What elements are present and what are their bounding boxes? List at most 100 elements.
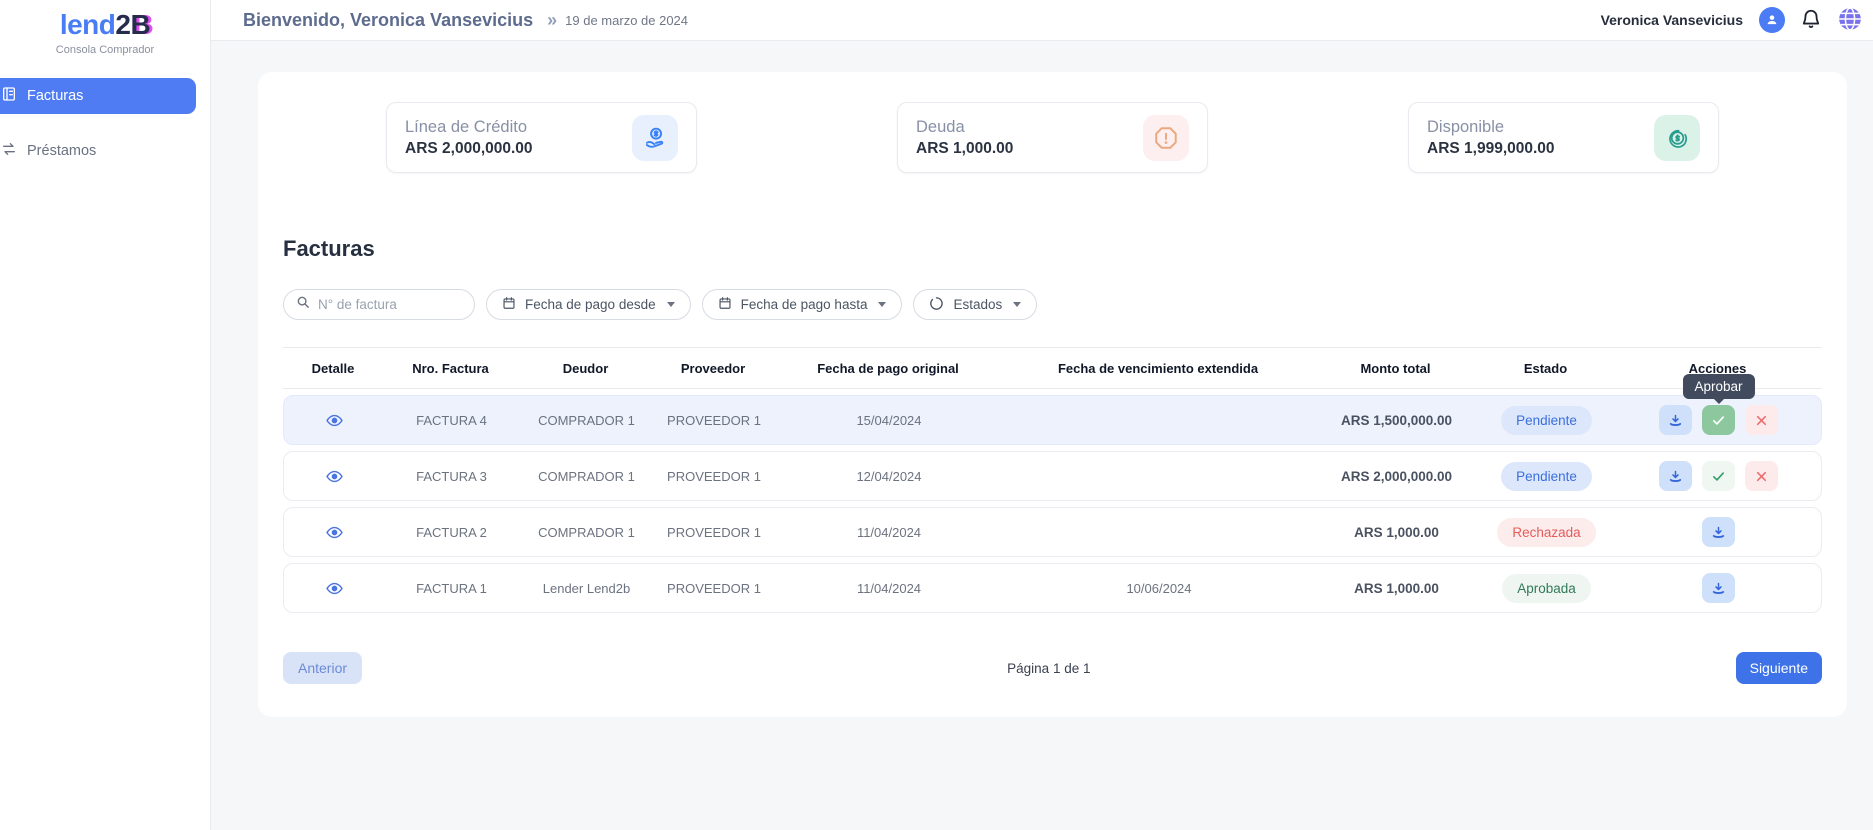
col-fecha-pago: Fecha de pago original <box>773 361 1003 376</box>
brand-logo: lend2B <box>0 9 210 41</box>
alert-octagon-icon <box>1143 115 1189 161</box>
table-row: FACTURA 3 COMPRADOR 1 PROVEEDOR 1 12/04/… <box>283 451 1822 501</box>
search-input[interactable] <box>318 297 462 312</box>
view-detail-button[interactable] <box>284 524 384 541</box>
globe-icon <box>1837 6 1863 35</box>
card-text: Línea de Crédito ARS 2,000,000.00 <box>405 118 533 158</box>
calendar-icon <box>718 296 732 313</box>
header-date: 19 de marzo de 2024 <box>565 13 688 28</box>
filter-label: Estados <box>953 297 1002 312</box>
profile-button[interactable] <box>1759 7 1785 33</box>
status-badge: Pendiente <box>1501 406 1592 435</box>
language-button[interactable] <box>1837 6 1863 35</box>
download-button[interactable] <box>1702 573 1735 603</box>
cell-monto: ARS 1,000.00 <box>1314 525 1479 540</box>
col-deudor: Deudor <box>518 361 653 376</box>
status-badge: Aprobada <box>1502 574 1591 603</box>
sidebar-item-prestamos[interactable]: Préstamos <box>0 141 210 161</box>
cell-deudor: COMPRADOR 1 <box>519 413 654 428</box>
approve-button[interactable]: Aprobar <box>1702 405 1735 435</box>
row-actions <box>1614 573 1823 603</box>
user-name: Veronica Vansevicius <box>1601 12 1743 28</box>
reject-button[interactable] <box>1745 461 1778 491</box>
double-chevron-icon: » <box>547 10 555 31</box>
cell-monto: ARS 1,500,000.00 <box>1314 413 1479 428</box>
status-badge: Pendiente <box>1501 462 1592 491</box>
col-nro-factura: Nro. Factura <box>383 361 518 376</box>
bell-icon <box>1800 8 1822 33</box>
approve-tooltip: Aprobar <box>1682 374 1754 399</box>
filter-states-button[interactable]: Estados <box>913 289 1037 320</box>
sidebar-item-label: Facturas <box>27 88 83 104</box>
page-info: Página 1 de 1 <box>362 661 1736 676</box>
download-button[interactable] <box>1659 461 1692 491</box>
status-badge: Rechazada <box>1497 518 1595 547</box>
filter-date-from-button[interactable]: Fecha de pago desde <box>486 289 691 320</box>
caret-down-icon <box>1013 302 1021 307</box>
card-value: ARS 2,000,000.00 <box>405 140 533 158</box>
card-label: Disponible <box>1427 118 1555 137</box>
invoice-search[interactable] <box>283 289 475 320</box>
main-content: Línea de Crédito ARS 2,000,000.00 Deuda … <box>211 72 1873 717</box>
col-monto: Monto total <box>1313 361 1478 376</box>
receipt-icon <box>1 86 17 106</box>
logo-b: B <box>130 9 150 40</box>
calendar-icon <box>502 296 516 313</box>
hand-coin-icon <box>632 115 678 161</box>
sidebar-item-facturas[interactable]: Facturas <box>0 78 196 114</box>
filter-label: Fecha de pago hasta <box>741 297 868 312</box>
filter-date-to-button[interactable]: Fecha de pago hasta <box>702 289 903 320</box>
sidebar-item-label: Préstamos <box>27 143 96 159</box>
col-estado: Estado <box>1478 361 1613 376</box>
view-detail-button[interactable] <box>284 412 384 429</box>
download-button[interactable] <box>1659 405 1692 435</box>
cell-fecha-pago: 11/04/2024 <box>774 581 1004 596</box>
col-fecha-extendida: Fecha de vencimiento extendida <box>1003 361 1313 376</box>
card-linea-credito: Línea de Crédito ARS 2,000,000.00 <box>386 102 697 173</box>
next-page-button[interactable]: Siguiente <box>1736 652 1822 684</box>
cell-fecha-pago: 15/04/2024 <box>774 413 1004 428</box>
sidebar-nav: Facturas Préstamos <box>0 78 210 161</box>
row-actions <box>1614 461 1823 491</box>
col-proveedor: Proveedor <box>653 361 773 376</box>
cell-proveedor: PROVEEDOR 1 <box>654 469 774 484</box>
row-actions <box>1614 517 1823 547</box>
card-value: ARS 1,999,000.00 <box>1427 140 1555 158</box>
top-bar: Bienvenido, Veronica Vansevicius » 19 de… <box>211 0 1873 41</box>
row-actions: Aprobar <box>1614 405 1823 435</box>
card-deuda: Deuda ARS 1,000.00 <box>897 102 1208 173</box>
logo-2: 2 <box>115 9 130 40</box>
cell-deudor: Lender Lend2b <box>519 581 654 596</box>
download-button[interactable] <box>1702 517 1735 547</box>
cell-fecha-pago: 12/04/2024 <box>774 469 1004 484</box>
pagination: Anterior Página 1 de 1 Siguiente <box>283 652 1822 684</box>
approve-button[interactable] <box>1702 461 1735 491</box>
table-row: FACTURA 1 Lender Lend2b PROVEEDOR 1 11/0… <box>283 563 1822 613</box>
summary-cards: Línea de Crédito ARS 2,000,000.00 Deuda … <box>283 102 1822 173</box>
view-detail-button[interactable] <box>284 580 384 597</box>
page-title: Facturas <box>283 236 1822 262</box>
notifications-button[interactable] <box>1800 8 1822 33</box>
card-label: Deuda <box>916 118 1013 137</box>
cell-proveedor: PROVEEDOR 1 <box>654 525 774 540</box>
search-icon <box>296 295 310 314</box>
invoices-table: Detalle Nro. Factura Deudor Proveedor Fe… <box>283 347 1822 613</box>
filter-label: Fecha de pago desde <box>525 297 656 312</box>
table-header: Detalle Nro. Factura Deudor Proveedor Fe… <box>283 347 1822 389</box>
card-text: Disponible ARS 1,999,000.00 <box>1427 118 1555 158</box>
reject-button[interactable] <box>1745 405 1778 435</box>
col-detalle: Detalle <box>283 361 383 376</box>
card-value: ARS 1,000.00 <box>916 140 1013 158</box>
welcome-title: Bienvenido, Veronica Vansevicius <box>243 10 533 31</box>
card-label: Línea de Crédito <box>405 118 533 137</box>
table-row: FACTURA 2 COMPRADOR 1 PROVEEDOR 1 11/04/… <box>283 507 1822 557</box>
cell-deudor: COMPRADOR 1 <box>519 525 654 540</box>
previous-page-button[interactable]: Anterior <box>283 652 362 684</box>
cell-deudor: COMPRADOR 1 <box>519 469 654 484</box>
cell-factura: FACTURA 2 <box>384 525 519 540</box>
caret-down-icon <box>667 302 675 307</box>
facturas-panel: Línea de Crédito ARS 2,000,000.00 Deuda … <box>258 72 1847 717</box>
card-disponible: Disponible ARS 1,999,000.00 <box>1408 102 1719 173</box>
view-detail-button[interactable] <box>284 468 384 485</box>
brand-subtitle: Consola Comprador <box>0 44 210 56</box>
